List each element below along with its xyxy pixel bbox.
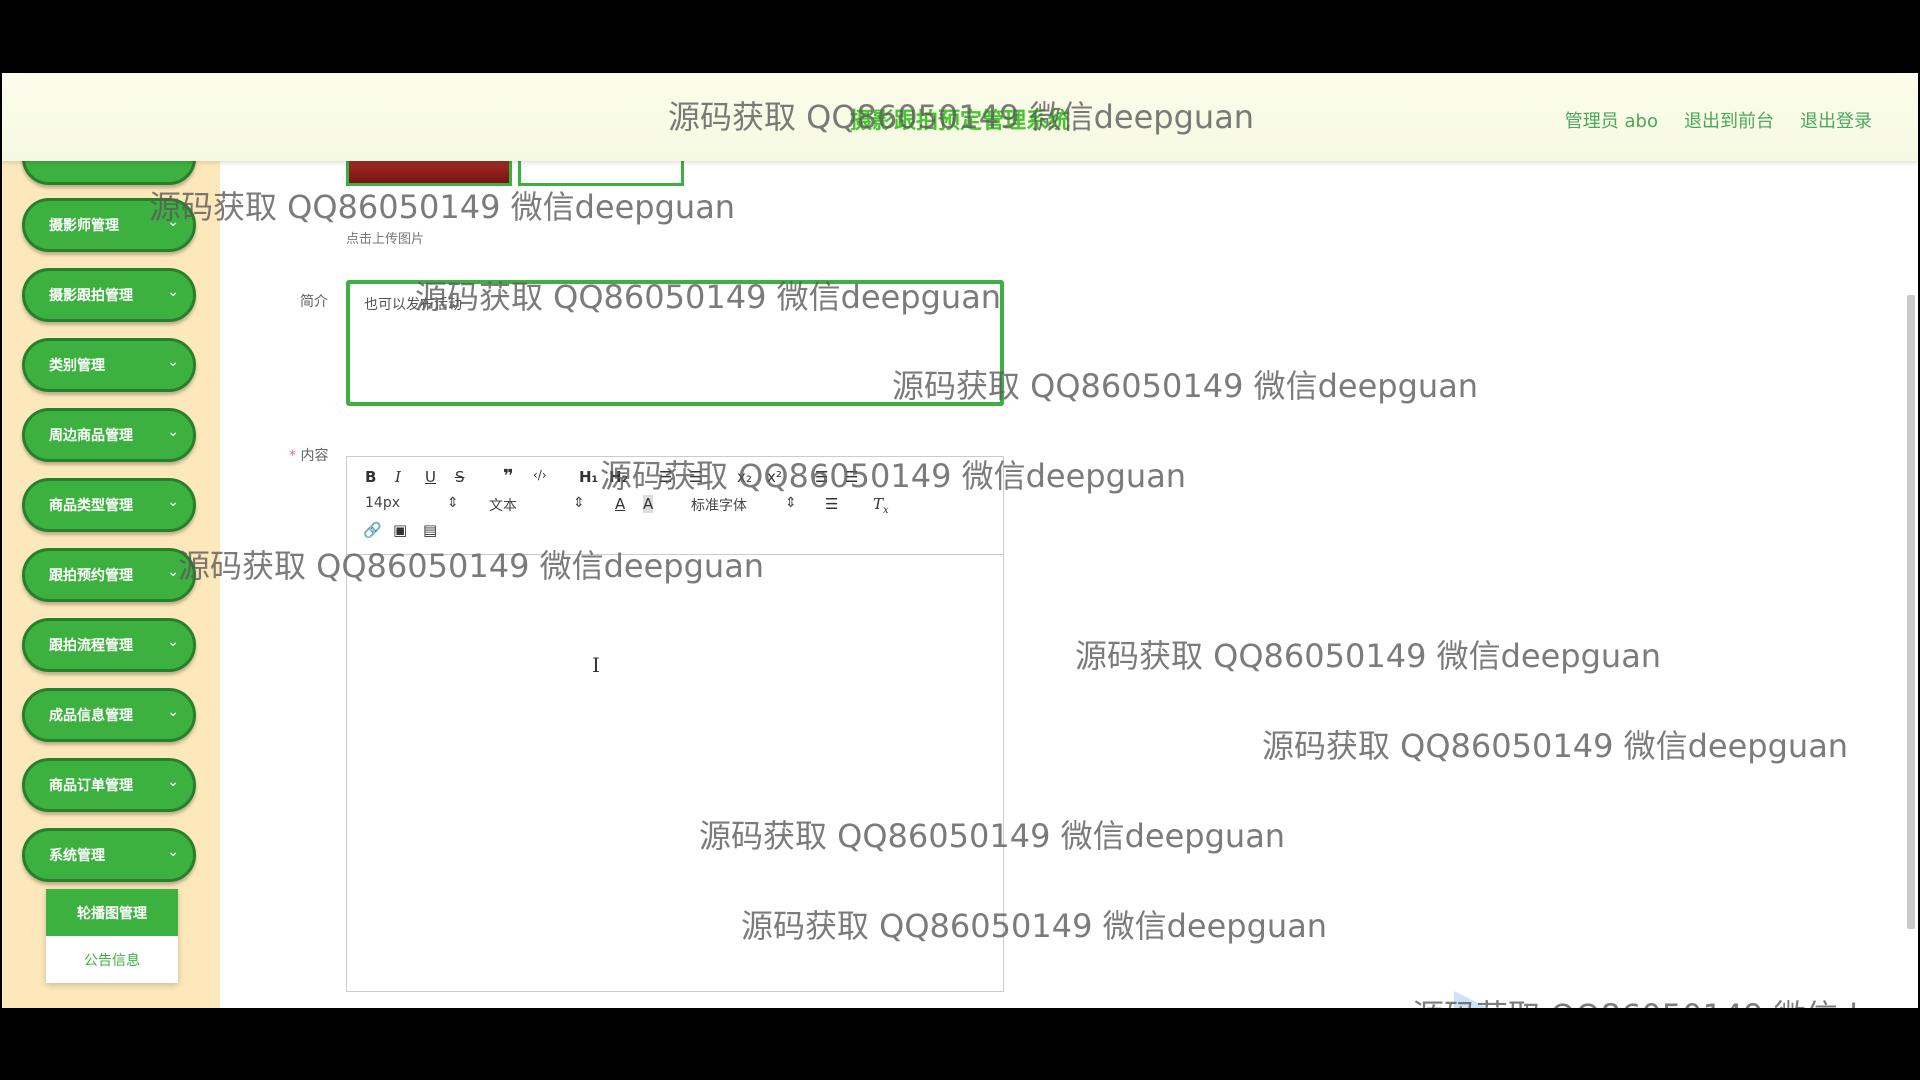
blockquote-icon[interactable]: ❞ <box>503 466 514 487</box>
play-logo-icon <box>1454 991 1514 1008</box>
italic-icon[interactable]: I <box>395 468 401 486</box>
chevron-down-icon: ⌄ <box>167 284 179 300</box>
code-block-icon[interactable]: ‹/› <box>533 468 547 482</box>
intro-textarea[interactable]: 也可以发布活动 <box>346 280 1004 406</box>
content-label-text: 内容 <box>300 448 329 464</box>
indent-icon[interactable]: ☰ <box>845 468 858 486</box>
sidebar-item-label: 摄影师管理 <box>49 218 119 234</box>
sidebar-item-label: 跟拍流程管理 <box>49 638 133 654</box>
top-header: 摄影跟拍预定管理系统 管理员 abo 退出到前台 退出登录 <box>2 73 1918 161</box>
font-size-select[interactable]: 14px <box>365 495 400 511</box>
upload-tip: 点击上传图片 <box>346 232 425 247</box>
ordered-list-icon[interactable]: ☰ <box>659 468 672 486</box>
back-to-front-link[interactable]: 退出到前台 <box>1684 107 1774 133</box>
sidebar-item-label: 类别管理 <box>49 358 105 374</box>
sidebar-item-label: 商品订单管理 <box>49 778 133 794</box>
sidebar-item-label: 成品信息管理 <box>49 708 133 724</box>
sidebar-item-label: 周边商品管理 <box>49 428 133 444</box>
content-label: * 内容 <box>289 445 328 465</box>
align-icon[interactable]: ☰ <box>825 495 838 513</box>
bold-icon[interactable]: B <box>365 468 376 486</box>
scrollbar-thumb[interactable] <box>1907 295 1915 929</box>
admin-label: 管理员 abo <box>1564 111 1658 132</box>
sidebar-item-label: 跟拍预约管理 <box>49 568 133 584</box>
submenu-item-carousel[interactable]: 轮播图管理 <box>46 889 178 936</box>
header-select[interactable]: 文本 <box>489 495 517 515</box>
bullet-list-icon[interactable]: ☰ <box>689 468 702 486</box>
sidebar-item-photographer[interactable]: 摄影师管理 ⌄ <box>22 198 196 252</box>
sidebar-item-goods[interactable]: 周边商品管理 ⌄ <box>22 408 196 462</box>
sidebar-item-category[interactable]: 类别管理 ⌄ <box>22 338 196 392</box>
system-submenu: 轮播图管理 公告信息 <box>46 889 178 983</box>
app-window: 摄影跟拍预定管理系统 管理员 abo 退出到前台 退出登录 摄影师管理 ⌄ 摄影… <box>2 73 1918 1008</box>
color-icon[interactable]: A <box>615 495 625 513</box>
sidebar-item-shoot[interactable]: 摄影跟拍管理 ⌄ <box>22 268 196 322</box>
link-icon[interactable]: 🔗 <box>363 521 382 539</box>
watermark: 源码获取 QQ86050149 微信deepguan <box>1262 727 1849 765</box>
sidebar-item-booking[interactable]: 跟拍预约管理 ⌄ <box>22 548 196 602</box>
sidebar-item-product[interactable]: 成品信息管理 ⌄ <box>22 688 196 742</box>
strike-icon[interactable]: S <box>455 468 465 486</box>
clean-icon[interactable]: Tx <box>873 495 889 516</box>
watermark: 源码获取 QQ86050149 微信deepguan <box>149 188 736 226</box>
editor-toolbar: B I U S ❞ ‹/› H₁ H₂ ☰ ☰ x₂ x² ☰ ☰ 14px ⇕… <box>347 457 1003 555</box>
submenu-item-notice[interactable]: 公告信息 <box>46 936 178 983</box>
text-cursor-icon: I <box>592 653 600 677</box>
watermark: 源码获取 QQ86050149 微信deepguan <box>1075 637 1662 675</box>
background-icon[interactable]: A <box>643 495 654 513</box>
sidebar-item-process[interactable]: 跟拍流程管理 ⌄ <box>22 618 196 672</box>
chevron-down-icon: ⌄ <box>167 844 179 860</box>
sidebar-item-label: 系统管理 <box>49 848 105 864</box>
chevron-down-icon: ⌄ <box>167 494 179 510</box>
font-family-select[interactable]: 标准字体 <box>691 495 747 515</box>
rich-text-editor: B I U S ❞ ‹/› H₁ H₂ ☰ ☰ x₂ x² ☰ ☰ 14px ⇕… <box>346 456 1004 992</box>
chevron-down-icon: ⌄ <box>167 564 179 580</box>
sidebar-item-label: 摄影跟拍管理 <box>49 288 133 304</box>
chevron-updown-icon: ⇕ <box>573 495 585 511</box>
logout-link[interactable]: 退出登录 <box>1800 107 1872 133</box>
video-icon[interactable]: ▤ <box>423 521 437 539</box>
header-links: 管理员 abo 退出到前台 退出登录 <box>1565 107 1872 133</box>
sidebar-item-orders[interactable]: 商品订单管理 ⌄ <box>22 758 196 812</box>
chevron-updown-icon: ⇕ <box>447 495 459 511</box>
outdent-icon[interactable]: ☰ <box>815 468 828 486</box>
chevron-down-icon: ⌄ <box>167 354 179 370</box>
chevron-down-icon: ⌄ <box>167 704 179 720</box>
editor-body[interactable] <box>347 555 1003 993</box>
superscript-icon[interactable]: x² <box>767 468 782 486</box>
subscript-icon[interactable]: x₂ <box>737 468 752 486</box>
underline-icon[interactable]: U <box>425 468 436 486</box>
required-mark: * <box>289 448 296 464</box>
h1-icon[interactable]: H₁ <box>579 468 598 486</box>
h2-icon[interactable]: H₂ <box>609 468 628 486</box>
chevron-down-icon: ⌄ <box>167 774 179 790</box>
chevron-updown-icon: ⇕ <box>785 495 797 511</box>
sidebar: 摄影师管理 ⌄ 摄影跟拍管理 ⌄ 类别管理 ⌄ 周边商品管理 ⌄ 商品类型管理 … <box>2 131 220 1008</box>
intro-label: 简介 <box>300 294 328 310</box>
chevron-down-icon: ⌄ <box>167 214 179 230</box>
chevron-down-icon: ⌄ <box>167 424 179 440</box>
sidebar-item-label: 商品类型管理 <box>49 498 133 514</box>
sidebar-item-system[interactable]: 系统管理 ⌄ <box>22 828 196 882</box>
image-icon[interactable]: ▣ <box>393 521 407 539</box>
sidebar-item-goods-type[interactable]: 商品类型管理 ⌄ <box>22 478 196 532</box>
chevron-down-icon: ⌄ <box>167 634 179 650</box>
